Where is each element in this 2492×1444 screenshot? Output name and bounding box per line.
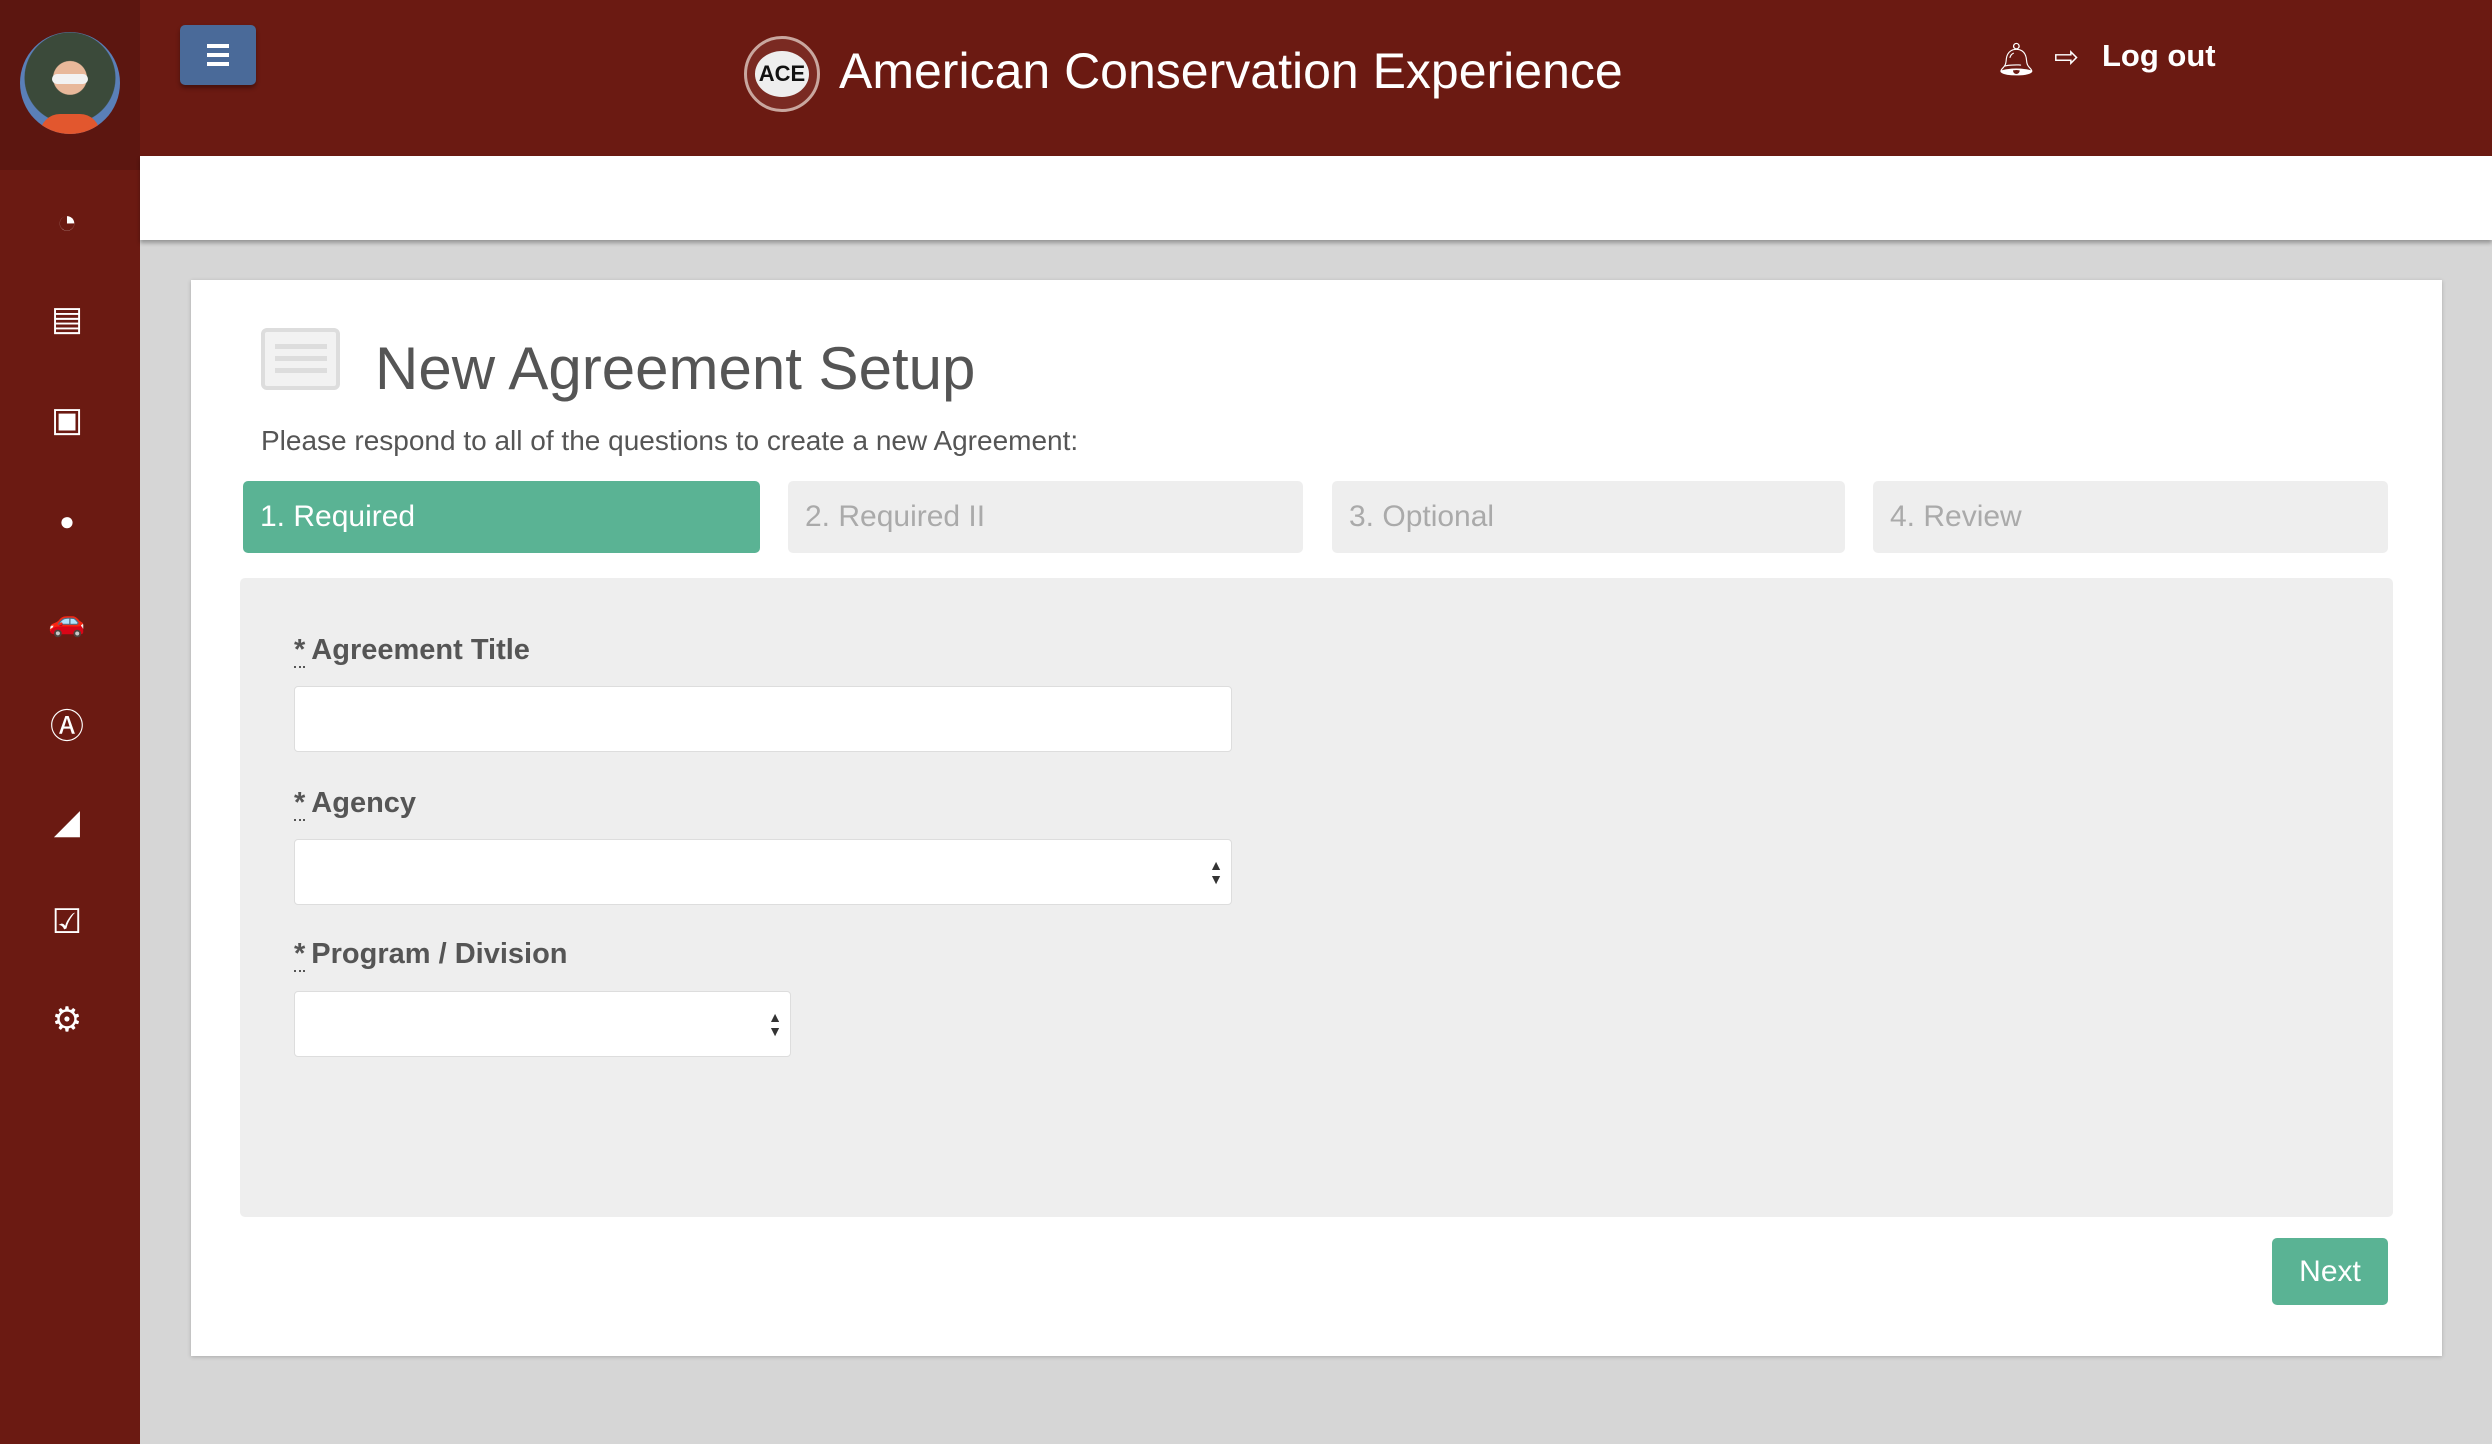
select-arrows-icon: ▲ ▼ (1209, 857, 1223, 887)
gears-icon[interactable]: ⚙ (44, 1000, 90, 1040)
tab-required[interactable]: 1. Required (243, 481, 760, 553)
site-title: American Conservation Experience (839, 43, 1623, 99)
car-icon[interactable]: 🚗 (44, 601, 90, 641)
agency-label: * Agency (294, 787, 417, 821)
sub-header-bar (140, 156, 2492, 240)
page-title: New Agreement Setup (375, 335, 976, 402)
agency-select[interactable]: ▲ ▼ (294, 839, 1232, 905)
tab-required-ii[interactable]: 2. Required II (788, 481, 1303, 553)
tab-review[interactable]: 4. Review (1873, 481, 2388, 553)
ace-logo: ACE (744, 36, 820, 112)
menu-toggle-button[interactable] (180, 25, 256, 85)
avatar-area (0, 0, 140, 170)
agreement-title-input[interactable] (294, 686, 1232, 752)
program-division-label: * Program / Division (294, 938, 568, 972)
program-division-select[interactable]: ▲ ▼ (294, 991, 791, 1057)
list-alt-icon (261, 328, 340, 390)
logout-link[interactable]: Log out (2102, 38, 2216, 74)
logout-icon[interactable]: ⇨ (2054, 40, 2079, 75)
user-icon[interactable]: ● (44, 501, 90, 541)
avatar[interactable] (20, 32, 120, 134)
hamburger-icon (207, 44, 229, 48)
next-button[interactable]: Next (2272, 1238, 2388, 1305)
bell-icon[interactable]: 🔔︎ (1996, 40, 2037, 78)
tab-optional[interactable]: 3. Optional (1332, 481, 1845, 553)
dashboard-icon[interactable]: ◔ (44, 202, 90, 242)
area-chart-icon[interactable]: ◢ (44, 802, 90, 842)
sidebar: ◔ ▤ ▣ ● 🚗 Ⓐ ◢ ☑ ⚙ (0, 0, 140, 1444)
list-icon[interactable]: ▤ (44, 299, 90, 339)
select-arrows-icon: ▲ ▼ (768, 1009, 782, 1039)
id-card-icon[interactable]: ▣ (44, 400, 90, 440)
agreement-title-label: * Agreement Title (294, 634, 530, 668)
check-square-icon[interactable]: ☑ (44, 902, 90, 942)
americorps-icon[interactable]: Ⓐ (44, 703, 90, 746)
page-subtitle: Please respond to all of the questions t… (261, 425, 1079, 456)
